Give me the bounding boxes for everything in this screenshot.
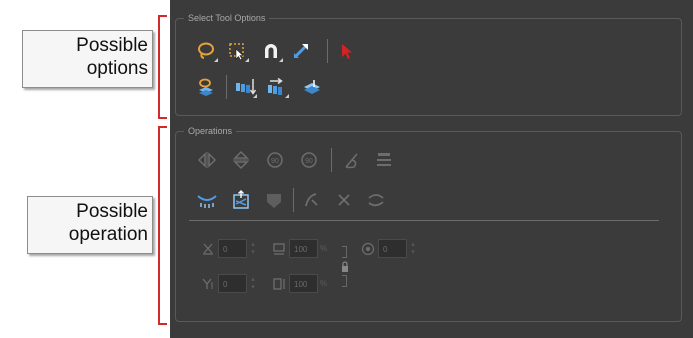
create-colour-art-button[interactable] bbox=[340, 148, 364, 172]
rotate-cw-button[interactable]: 90 bbox=[297, 148, 321, 172]
distribute-to-layers-icon bbox=[377, 153, 391, 166]
flip-horizontal-icon bbox=[197, 152, 217, 168]
x-position-input[interactable]: 0 bbox=[218, 239, 247, 258]
proportion-link-bracket-bottom bbox=[342, 275, 347, 287]
lasso-button[interactable] bbox=[194, 39, 218, 63]
callout-options-line1: Possible bbox=[76, 35, 148, 56]
marquee-select-icon bbox=[229, 43, 244, 61]
operations-title: Operations bbox=[184, 125, 237, 137]
select-arrow-icon bbox=[342, 44, 352, 59]
angle-icon bbox=[360, 241, 376, 257]
x-spinner[interactable]: ▴ ▾ bbox=[250, 241, 256, 257]
x-position-field: 0 ▴ ▾ bbox=[200, 239, 256, 258]
rotate-cw-90-icon: 90 bbox=[301, 152, 317, 168]
bring-forward-menu-indicator bbox=[285, 94, 289, 98]
smooth-icon bbox=[197, 195, 217, 208]
y-axis-icon bbox=[200, 276, 216, 292]
reshape-icon bbox=[368, 194, 384, 207]
angle-spinner[interactable]: ▴ ▾ bbox=[410, 241, 416, 257]
svg-text:90: 90 bbox=[271, 158, 279, 165]
contour-editor-swap-icon bbox=[293, 44, 308, 59]
toolbar-separator bbox=[331, 148, 332, 172]
lasso-icon bbox=[198, 42, 214, 59]
y-position-input[interactable]: 0 bbox=[218, 274, 247, 293]
cutter-button[interactable] bbox=[300, 188, 324, 212]
marquee-select-button[interactable] bbox=[225, 39, 249, 63]
select-arrow-button[interactable] bbox=[335, 39, 359, 63]
y-position-field: 0 ▴ ▾ bbox=[200, 274, 256, 293]
proportion-link-bracket-top bbox=[342, 246, 347, 258]
lasso-menu-indicator bbox=[214, 58, 218, 62]
snap-menu-indicator bbox=[279, 58, 283, 62]
angle-input[interactable]: 0 bbox=[378, 239, 407, 258]
marquee-menu-indicator bbox=[245, 58, 249, 62]
callout-options-line2: options bbox=[86, 58, 148, 79]
flip-vertical-button[interactable] bbox=[229, 148, 253, 172]
callout-operation-line1: Possible bbox=[76, 201, 148, 222]
width-icon bbox=[271, 241, 287, 257]
cutter-icon bbox=[305, 193, 318, 207]
toolbar-separator bbox=[226, 75, 227, 99]
apply-to-drawing-layers-icon bbox=[199, 78, 213, 96]
lock-proportions-icon[interactable] bbox=[340, 260, 350, 272]
contour-swap-button[interactable] bbox=[289, 39, 313, 63]
distribute-to-layers-button[interactable] bbox=[372, 148, 396, 172]
reshape-button[interactable] bbox=[364, 188, 388, 212]
height-icon bbox=[271, 276, 287, 292]
callout-operation-line2: operation bbox=[68, 224, 148, 245]
merge-lines-button[interactable] bbox=[332, 188, 356, 212]
flip-vertical-icon bbox=[233, 150, 249, 170]
height-input[interactable]: 100 bbox=[289, 274, 318, 293]
flatten-button[interactable] bbox=[300, 75, 324, 99]
bring-forward-button[interactable] bbox=[265, 75, 289, 99]
width-input[interactable]: 100 bbox=[289, 239, 318, 258]
adjust-thickness-button[interactable] bbox=[262, 188, 286, 212]
snap-button[interactable] bbox=[259, 39, 283, 63]
width-field: 100 % bbox=[271, 239, 327, 258]
flatten-icon bbox=[304, 80, 320, 94]
snap-magnet-icon bbox=[265, 44, 277, 58]
tool-properties-panel: Select Tool Options Operations 90 90 0 ▴… bbox=[170, 0, 693, 338]
select-tool-options-title: Select Tool Options bbox=[184, 12, 270, 24]
options-bracket bbox=[158, 15, 167, 119]
optimize-icon bbox=[233, 190, 249, 209]
svg-text:90: 90 bbox=[305, 158, 313, 165]
send-back-menu-indicator bbox=[253, 94, 257, 98]
select-tool-options-group: Select Tool Options bbox=[175, 12, 682, 116]
operations-group: Operations 90 90 0 ▴ ▾ 100 % 0 ▴ ▾ 100 %… bbox=[175, 125, 682, 322]
height-unit: % bbox=[320, 279, 328, 288]
toolbar-separator bbox=[293, 188, 294, 212]
possible-options-callout: Possible options bbox=[22, 30, 153, 88]
angle-field: 0 ▴ ▾ bbox=[360, 239, 416, 258]
height-field: 100 % bbox=[271, 274, 327, 293]
flip-horizontal-button[interactable] bbox=[195, 148, 219, 172]
send-back-button[interactable] bbox=[233, 75, 257, 99]
y-spinner[interactable]: ▴ ▾ bbox=[250, 276, 256, 292]
apply-to-layers-button[interactable] bbox=[194, 75, 218, 99]
possible-operation-callout: Possible operation bbox=[27, 196, 153, 254]
smooth-button[interactable] bbox=[195, 188, 219, 212]
merge-lines-icon bbox=[338, 194, 350, 206]
x-axis-icon bbox=[200, 241, 216, 257]
width-unit: % bbox=[320, 244, 328, 253]
toolbar-separator bbox=[327, 39, 328, 63]
rotate-ccw-button[interactable]: 90 bbox=[263, 148, 287, 172]
rotate-ccw-90-icon: 90 bbox=[267, 152, 283, 168]
adjust-thickness-icon bbox=[267, 194, 281, 208]
optimize-button[interactable] bbox=[229, 188, 253, 212]
operations-divider bbox=[189, 220, 659, 221]
operations-bracket bbox=[158, 126, 167, 325]
create-colour-art-icon bbox=[345, 153, 358, 169]
